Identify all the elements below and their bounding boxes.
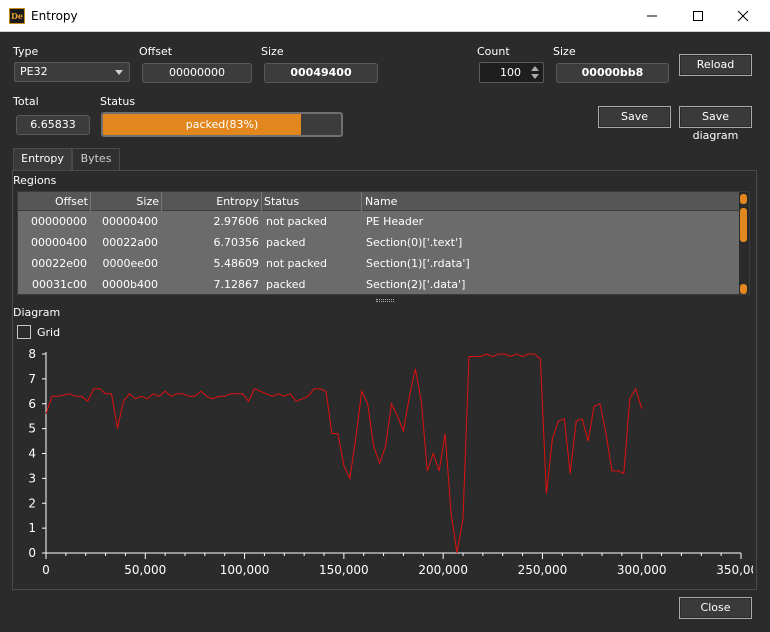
save-diagram-button[interactable]: Save diagram [679,106,752,142]
x-tick-label: 350,000 [716,563,753,577]
status-progress-bar: packed(83%) [101,112,343,137]
cell-status: not packed [266,257,328,270]
cell-size: 00022a00 [102,236,158,249]
cell-name: PE Header [366,215,424,228]
close-window-button[interactable] [720,0,766,32]
y-tick-label: 5 [28,422,36,436]
cell-entropy: 5.48609 [213,257,260,270]
count-stepper[interactable]: 100 [479,62,544,83]
y-tick-label: 7 [28,372,36,386]
stepper-down-icon[interactable] [531,74,539,79]
save-button[interactable]: Save [598,106,671,128]
table-scrollbar[interactable] [739,192,749,294]
cell-size: 00000400 [102,215,158,228]
type-select[interactable]: PE32 [14,62,130,82]
x-tick-label: 150,000 [319,563,369,577]
reload-button[interactable]: Reload [679,54,752,76]
x-tick-label: 250,000 [518,563,568,577]
column-header-status[interactable]: Status [262,192,362,211]
size2-field[interactable]: 00000bb8 [556,63,669,83]
size-field[interactable]: 00049400 [264,63,378,83]
regions-title: Regions [13,174,57,187]
offset-label: Offset [139,45,173,58]
x-tick-label: 200,000 [418,563,468,577]
entropy-series-line [45,353,643,554]
cell-offset: 00031c00 [31,278,87,291]
diagram-chart: 0 1 2 3 4 5 6 7 8 0 50,000 100,000 150,000 200,000 250… [13,322,765,588]
column-header-size[interactable]: Size [91,192,162,211]
close-icon [737,10,749,22]
tab-entropy[interactable]: Entropy [13,148,72,170]
x-tick-label: 300,000 [617,563,667,577]
cell-name: Section(0)['.text'] [366,236,463,249]
y-tick-label: 8 [28,347,36,361]
minimize-icon [647,15,657,17]
offset-field[interactable]: 00000000 [142,63,252,83]
tab-bytes[interactable]: Bytes [72,148,120,170]
scroll-down-icon[interactable] [740,284,747,294]
y-tick-label: 1 [28,521,36,535]
column-header-name[interactable]: Name [362,192,741,211]
y-tick-label: 3 [28,471,36,485]
scrollbar-thumb[interactable] [740,208,747,242]
cell-size: 0000ee00 [102,257,158,270]
regions-table[interactable]: Offset Size Entropy Status Name 00000000… [17,191,750,295]
cell-name: Section(2)['.data'] [366,278,466,291]
window-title: Entropy [31,9,78,23]
cell-size: 0000b400 [102,278,158,291]
app-icon: De [9,8,25,24]
entropy-chart: 0 1 2 3 4 5 6 7 8 0 50,000 100,000 150,000 200,000 250… [28,347,765,577]
x-tick-label: 0 [42,563,50,577]
cell-status: packed [266,278,306,291]
cell-offset: 00000400 [31,236,87,249]
cell-offset: 00022e00 [31,257,87,270]
grid-checkbox[interactable] [17,325,31,339]
splitter-handle[interactable] [376,299,394,302]
y-tick-label: 2 [28,496,36,510]
count-value: 100 [500,66,521,79]
y-tick-label: 4 [28,447,36,461]
table-row[interactable]: 00022e00 0000ee00 5.48609 not packed Sec… [18,253,741,274]
chevron-down-icon [115,70,123,75]
maximize-button[interactable] [675,0,721,32]
column-header-entropy[interactable]: Entropy [162,192,262,211]
total-field[interactable]: 6.65833 [16,115,90,135]
cell-status: not packed [266,215,328,228]
stepper-up-icon[interactable] [531,66,539,71]
close-button[interactable]: Close [679,597,752,619]
x-tick-label: 100,000 [220,563,270,577]
maximize-icon [693,11,703,21]
cell-entropy: 7.12867 [213,278,260,291]
size-label: Size [261,45,284,58]
cell-offset: 00000000 [31,215,87,228]
count-label: Count [477,45,510,58]
type-select-value: PE32 [20,65,48,78]
size2-label: Size [553,45,576,58]
status-label: Status [100,95,136,108]
total-label: Total [13,95,39,108]
minimize-button[interactable] [629,0,675,32]
status-progress-text: packed(83%) [185,118,259,131]
y-tick-label: 0 [28,546,36,560]
cell-entropy: 2.97606 [213,215,260,228]
y-tick-label: 6 [28,397,36,411]
x-tick-label: 50,000 [124,563,166,577]
column-header-offset[interactable]: Offset [18,192,91,211]
stepper-buttons[interactable] [529,65,541,80]
table-row[interactable]: 00000400 00022a00 6.70356 packed Section… [18,232,741,253]
table-row[interactable]: 00031c00 0000b400 7.12867 packed Section… [18,274,741,294]
grid-label: Grid [37,326,61,339]
cell-entropy: 6.70356 [213,236,260,249]
cell-status: packed [266,236,306,249]
type-label: Type [13,45,39,58]
table-header: Offset Size Entropy Status Name [18,192,741,211]
scroll-up-icon[interactable] [740,194,747,204]
window-titlebar: De Entropy [0,0,770,32]
diagram-title: Diagram [13,306,61,319]
cell-name: Section(1)['.rdata'] [366,257,470,270]
table-row[interactable]: 00000000 00000400 2.97606 not packed PE … [18,211,741,232]
